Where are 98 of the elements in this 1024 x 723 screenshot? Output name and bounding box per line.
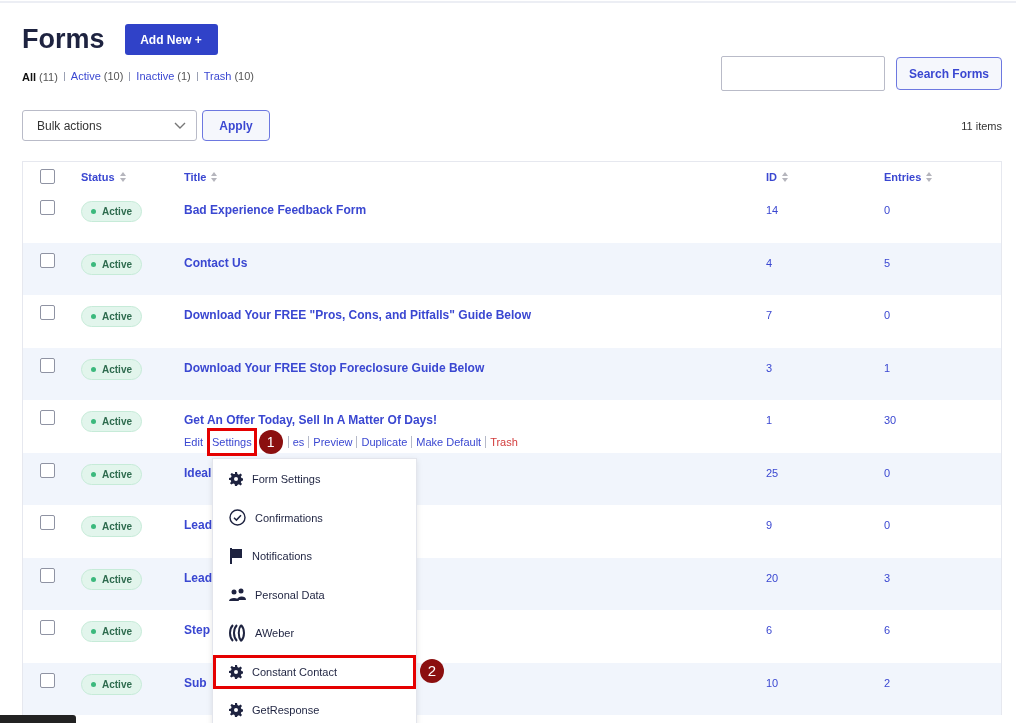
row-action-link[interactable]: Trash [490,436,518,448]
form-title-link[interactable]: Step [184,623,210,637]
row-checkbox[interactable] [40,620,55,635]
gear-icon [229,703,243,718]
entries-count: 30 [884,414,897,426]
menu-item[interactable]: AWeber [213,616,416,651]
menu-item[interactable]: Confirmations [213,500,416,535]
add-new-button[interactable]: Add New + [124,24,218,55]
row-checkbox[interactable] [40,515,55,530]
people-icon [229,587,246,602]
entries-count: 2 [884,676,891,689]
form-id: 25 [766,466,779,479]
form-id: 10 [766,676,779,689]
status-badge: Active [81,673,142,695]
row-checkbox[interactable] [40,357,55,373]
step-number-badge: 2 [420,658,444,683]
form-id: 4 [766,256,773,269]
row-action-link[interactable]: Make Default [416,436,482,448]
status-badge: Active [81,568,142,590]
entries-count: 0 [884,519,891,531]
column-header[interactable]: Title [184,171,219,183]
sort-icon [925,171,934,183]
page-title: Forms [22,24,105,55]
filter-count: (11) [39,71,58,83]
row-action-link[interactable]: Edit [184,436,203,448]
flag-icon [229,548,243,565]
form-id: 7 [766,309,773,321]
menu-item[interactable]: Form Settings [213,462,416,497]
column-header[interactable]: ID [766,171,789,183]
filter-link[interactable]: Inactive [136,72,175,81]
sort-icon [781,171,789,183]
item-count: 11 items [961,119,1002,132]
curved-lines-icon [229,624,246,643]
menu-item[interactable]: Constant Contact [213,654,416,689]
step-number-badge: 1 [258,430,283,454]
row-action-link[interactable]: Settings [206,428,257,456]
search-field[interactable] [720,56,885,91]
form-id: 3 [766,361,773,374]
entries-count: 6 [884,624,891,636]
filter-count: (1) [177,72,191,81]
form-id: 9 [766,519,773,531]
status-badge: Active [81,201,142,222]
row-checkbox[interactable] [40,567,55,583]
status-badge: Active [81,358,142,380]
row-checkbox[interactable] [40,252,55,268]
status-badge: Active [81,306,142,327]
status-badge: Active [81,516,142,537]
entries-count: 0 [884,204,891,216]
form-title-link[interactable]: Get An Offer Today, Sell In A Matter Of Days! [184,413,437,427]
status-badge: Active [81,411,142,432]
gear-icon [229,664,243,679]
form-title-link[interactable]: Lead [184,570,212,585]
entries-count: 1 [884,361,891,374]
form-id: 20 [766,571,779,584]
row-action-link[interactable]: Duplicate [361,436,408,448]
row-checkbox[interactable] [40,305,55,320]
row-checkbox[interactable] [40,462,55,478]
filter-count: (10) [234,72,254,81]
gear-icon [229,472,243,487]
row-checkbox[interactable] [40,200,55,215]
check-circle-icon [229,509,246,527]
status-badge: Active [81,621,142,642]
entries-count: 0 [884,466,891,479]
column-header[interactable]: Entries [884,171,934,183]
form-id: 14 [766,204,779,216]
form-id: 1 [766,414,773,426]
row-checkbox[interactable] [40,672,55,688]
filter-link[interactable]: Active [70,72,101,81]
form-title-link[interactable]: Lead [184,518,212,532]
form-title-link[interactable]: Contact Us [184,255,248,270]
menu-item[interactable]: GetResponse [213,693,416,723]
status-badge: Active [81,253,142,275]
select-all-checkbox[interactable] [40,168,55,184]
search-forms-button[interactable]: Search Forms [895,57,1002,90]
row-action-link[interactable]: Preview [313,436,353,448]
column-header[interactable]: Status [81,171,127,183]
menu-item[interactable]: Notifications [213,539,416,574]
form-title-link[interactable]: Download Your FREE Stop Foreclosure Guide Below [184,360,485,375]
form-title-link[interactable]: Download Your FREE "Pros, Cons, and Pitfalls" Guide Below [184,308,531,322]
bulk-actions-dropdown[interactable]: Bulk actions [22,110,197,141]
apply-button[interactable]: Apply [202,110,270,141]
filter-count: (10) [103,72,124,81]
status-badge: Active [81,463,142,485]
entries-count: 0 [884,309,891,321]
sort-icon [118,171,127,183]
filter-link[interactable]: All [22,71,37,83]
row-checkbox[interactable] [40,410,55,425]
menu-item[interactable]: Personal Data [213,577,416,612]
form-title-link[interactable]: Sub [184,675,207,690]
filter-link[interactable]: Trash [203,72,232,81]
entries-count: 5 [884,256,891,269]
chevron-down-icon [174,121,186,130]
form-id: 6 [766,624,773,636]
form-title-link[interactable]: Bad Experience Feedback Form [184,203,367,217]
sort-icon [210,171,219,183]
entries-count: 3 [884,571,891,584]
form-title-link[interactable]: Ideal [184,465,212,480]
row-action-link[interactable]: es [292,436,305,448]
